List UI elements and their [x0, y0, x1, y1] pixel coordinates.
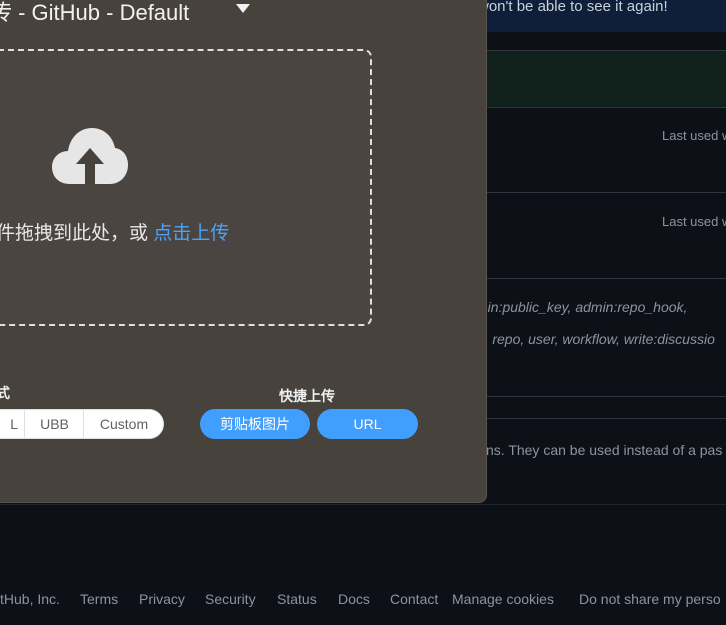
clipboard-image-button[interactable]: 剪贴板图片 [200, 409, 310, 439]
quick-upload-label: 快捷上传 [279, 388, 335, 404]
drop-text-prefix: 件 [0, 223, 16, 244]
footer-link-security[interactable]: Security [205, 591, 256, 607]
token-scopes: rt, repo, user, workflow, write:discussi… [476, 331, 715, 347]
footer-link-docs[interactable]: Docs [338, 591, 370, 607]
link-format-selector: L UBB Custom [0, 409, 164, 439]
footer-link-do-not-share[interactable]: Do not share my perso [579, 591, 721, 607]
token-scopes: min:public_key, admin:repo_hook, [476, 299, 688, 315]
link-format-label: 式 [0, 385, 10, 401]
click-upload-link[interactable]: 点击上传 [153, 223, 229, 244]
format-option-custom[interactable]: Custom [83, 410, 163, 438]
url-upload-button[interactable]: URL [317, 409, 418, 439]
dialog-title[interactable]: 传 - GitHub - Default [0, 0, 189, 27]
drop-instructions: 件拖拽到此处，或 点击上传 [0, 218, 229, 245]
token-last-used: Last used w [662, 128, 726, 143]
cloud-upload-icon[interactable] [52, 128, 128, 186]
drop-text: 拖拽到此处，或 [15, 223, 154, 244]
divider [486, 418, 726, 419]
format-option-ubb[interactable]: UBB [24, 410, 84, 438]
divider [486, 192, 726, 193]
new-token-row [486, 50, 726, 108]
footer: tHub, Inc. Terms Privacy Security Status… [0, 591, 726, 609]
tokens-description: ns. They can be used instead of a pas [486, 442, 723, 458]
banner-text: won't be able to see it again! [478, 0, 668, 15]
footer-link-status[interactable]: Status [277, 591, 317, 607]
footer-copyright: tHub, Inc. [0, 591, 60, 607]
footer-link-privacy[interactable]: Privacy [139, 591, 185, 607]
caret-down-icon[interactable] [236, 4, 250, 13]
footer-link-manage-cookies[interactable]: Manage cookies [452, 591, 554, 607]
upload-dropzone[interactable] [0, 49, 372, 326]
footer-divider [0, 504, 726, 505]
divider [486, 396, 726, 397]
footer-link-terms[interactable]: Terms [80, 591, 118, 607]
footer-link-contact[interactable]: Contact [390, 591, 438, 607]
token-last-used: Last used w [662, 214, 726, 229]
divider [486, 278, 726, 279]
format-option-url[interactable]: L [0, 410, 24, 438]
